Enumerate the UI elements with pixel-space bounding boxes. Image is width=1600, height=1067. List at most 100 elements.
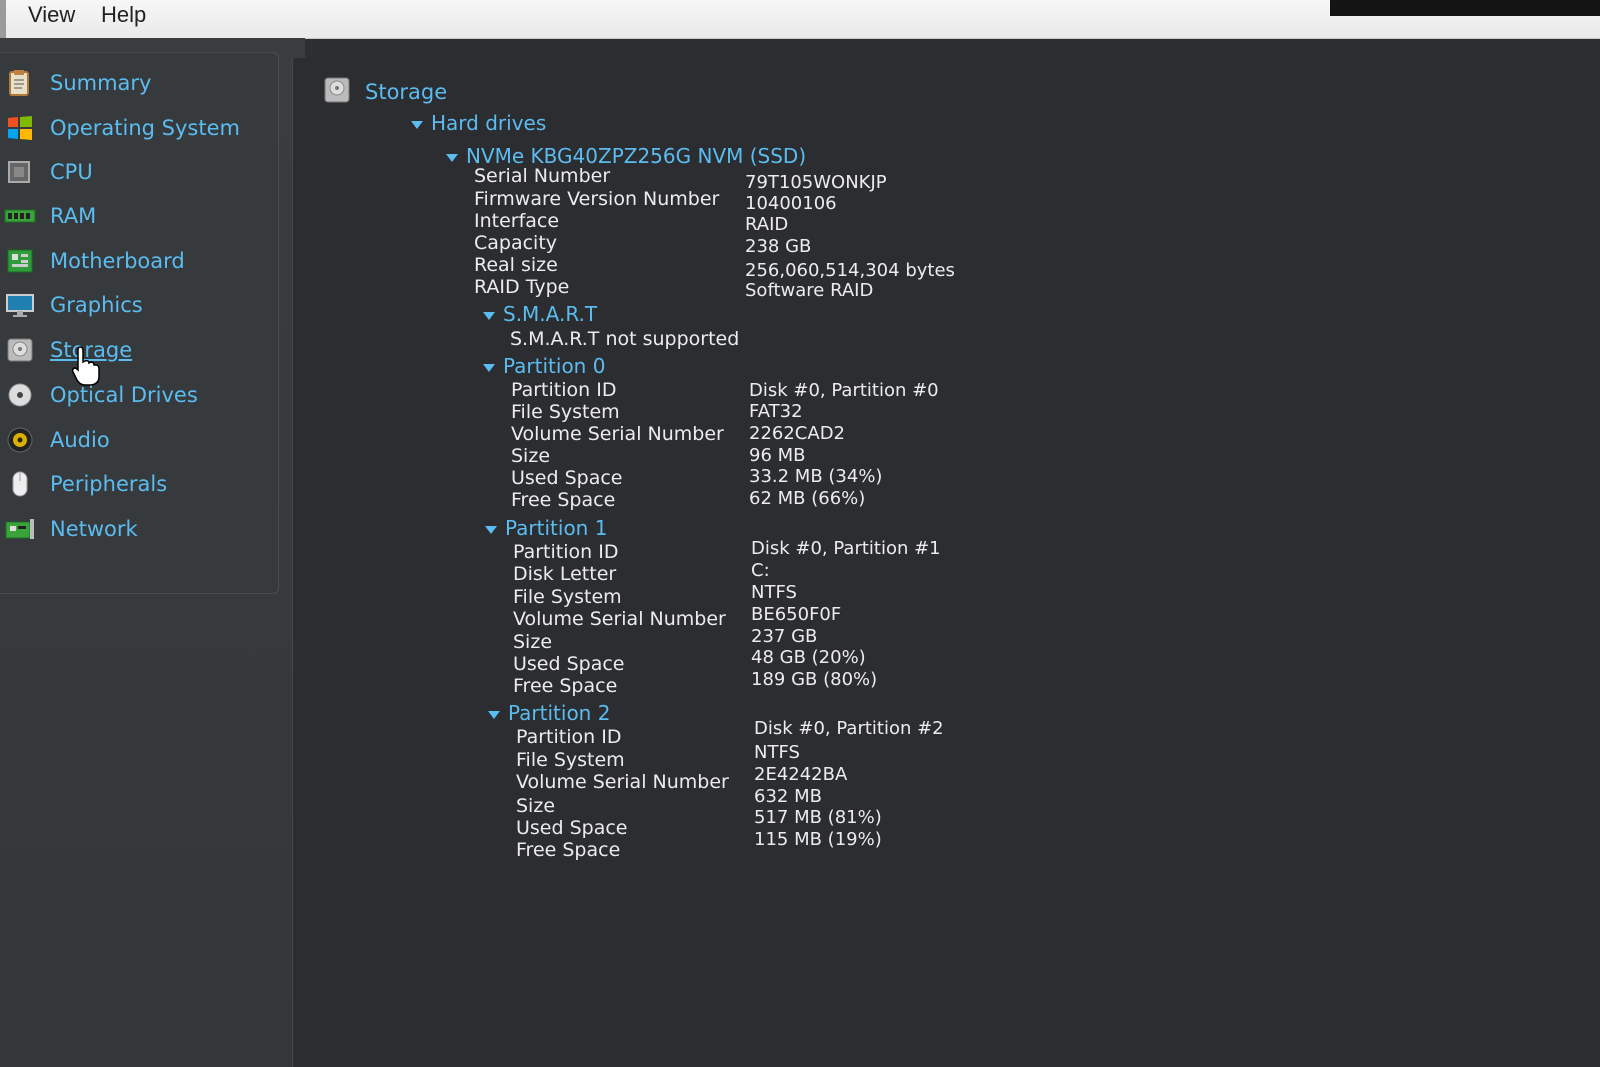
sidebar-item-label: RAM <box>50 204 97 228</box>
sidebar-item-label: Summary <box>50 71 152 95</box>
sidebar-item-cpu[interactable]: CPU <box>4 155 93 189</box>
prop-label: Free Space <box>511 489 616 511</box>
mouse-pointer-hand-icon <box>70 345 104 391</box>
prop-label: Volume Serial Number <box>513 608 726 630</box>
prop-value: 2E4242BA <box>754 764 848 785</box>
hard-drive-icon <box>4 336 36 364</box>
prop-label: Size <box>511 445 551 467</box>
chevron-down-icon[interactable] <box>483 311 495 320</box>
ram-module-icon <box>4 202 36 230</box>
prop-label: File System <box>513 586 622 608</box>
cpu-chip-icon <box>4 158 36 186</box>
prop-label: Free Space <box>516 839 621 861</box>
prop-label: Serial Number <box>474 165 611 187</box>
menu-bar: View Help <box>0 0 1600 39</box>
prop-value: 79T105WONKJP <box>745 172 887 193</box>
prop-value: 238 GB <box>745 236 812 257</box>
prop-value: 517 MB (81%) <box>754 807 882 828</box>
prop-label: RAID Type <box>474 276 570 298</box>
sidebar-item-label: Graphics <box>50 293 143 317</box>
page-title: Storage <box>365 80 448 104</box>
prop-value: 189 GB (80%) <box>751 669 878 690</box>
sidebar-item-audio[interactable]: Audio <box>4 423 110 457</box>
clipboard-icon <box>4 69 36 97</box>
storage-tree: Storage Hard drives NVMe KBG40ZPZ256G NV… <box>293 58 1600 1067</box>
menu-help[interactable]: Help <box>101 2 146 28</box>
prop-value: FAT32 <box>749 401 803 422</box>
window-edge <box>0 0 6 38</box>
prop-label: Interface <box>474 210 560 232</box>
prop-label: Used Space <box>513 653 625 675</box>
tree-node-smart[interactable]: S.M.A.R.T <box>483 302 597 326</box>
prop-value: Disk #0, Partition #1 <box>751 538 941 559</box>
sidebar-item-operating-system[interactable]: Operating System <box>4 111 240 145</box>
monitor-icon <box>4 291 36 319</box>
sidebar-item-peripherals[interactable]: Peripherals <box>4 467 167 501</box>
prop-value: 237 GB <box>751 626 818 647</box>
prop-value: C: <box>751 560 770 581</box>
tree-node-partition-1[interactable]: Partition 1 <box>485 516 607 540</box>
optical-disc-icon <box>4 381 36 409</box>
mouse-icon <box>4 470 36 498</box>
prop-value: Disk #0, Partition #0 <box>749 380 939 401</box>
tree-node-partition-2[interactable]: Partition 2 <box>488 701 610 725</box>
sidebar-item-label: Motherboard <box>50 249 185 273</box>
network-card-icon <box>4 515 36 543</box>
prop-label: Capacity <box>474 232 558 254</box>
prop-label: Volume Serial Number <box>511 423 724 445</box>
chevron-down-icon[interactable] <box>411 120 423 129</box>
prop-value: 256,060,514,304 bytes <box>745 260 955 281</box>
prop-value: 2262CAD2 <box>749 423 846 444</box>
prop-label: File System <box>516 749 625 771</box>
prop-value: RAID <box>745 214 789 235</box>
motherboard-icon <box>4 247 36 275</box>
prop-value: 48 GB (20%) <box>751 647 866 668</box>
menu-view[interactable]: View <box>28 2 75 28</box>
prop-value: 10400106 <box>745 193 837 214</box>
prop-value: 115 MB (19%) <box>754 829 882 850</box>
sidebar-item-network[interactable]: Network <box>4 512 138 546</box>
chevron-down-icon[interactable] <box>488 710 500 719</box>
prop-value: 33.2 MB (34%) <box>749 466 883 487</box>
prop-label: Real size <box>474 254 558 276</box>
sidebar-item-motherboard[interactable]: Motherboard <box>4 244 185 278</box>
prop-value: 62 MB (66%) <box>749 488 866 509</box>
chevron-down-icon[interactable] <box>485 525 497 534</box>
main-panel: Storage Hard drives NVMe KBG40ZPZ256G NV… <box>292 58 1600 1067</box>
sidebar-item-label: Operating System <box>50 116 240 140</box>
title-bar-edge <box>1330 0 1600 16</box>
prop-label: Used Space <box>516 817 628 839</box>
prop-label: Partition ID <box>511 379 617 401</box>
prop-value: NTFS <box>754 742 800 763</box>
sidebar-item-graphics[interactable]: Graphics <box>4 288 143 322</box>
windows-logo-icon <box>4 114 36 142</box>
prop-label: Disk Letter <box>513 563 617 585</box>
prop-label: Used Space <box>511 467 623 489</box>
sidebar-item-summary[interactable]: Summary <box>4 66 151 100</box>
prop-value: Software RAID <box>745 280 874 301</box>
sidebar-item-label: Network <box>50 517 138 541</box>
prop-value: 632 MB <box>754 786 822 807</box>
prop-label: Size <box>513 631 553 653</box>
prop-label: Size <box>516 795 556 817</box>
hard-drive-icon <box>323 76 351 104</box>
prop-label: Free Space <box>513 675 618 697</box>
prop-value: 96 MB <box>749 445 806 466</box>
prop-value: Disk #0, Partition #2 <box>754 718 944 739</box>
prop-label: File System <box>511 401 620 423</box>
prop-value: BE650F0F <box>751 604 842 625</box>
smart-status-text: S.M.A.R.T not supported <box>510 328 740 350</box>
tree-node-hard-drives[interactable]: Hard drives <box>411 111 546 135</box>
tree-node-partition-0[interactable]: Partition 0 <box>483 354 605 378</box>
prop-label: Firmware Version Number <box>474 188 720 210</box>
chevron-down-icon[interactable] <box>483 363 495 372</box>
prop-label: Volume Serial Number <box>516 771 729 793</box>
prop-value: NTFS <box>751 582 797 603</box>
prop-label: Partition ID <box>513 541 619 563</box>
chevron-down-icon[interactable] <box>446 153 458 162</box>
sidebar-item-storage[interactable]: Storage <box>4 333 132 367</box>
sidebar-item-ram[interactable]: RAM <box>4 199 96 233</box>
sidebar-item-label: Audio <box>50 428 110 452</box>
sidebar-item-label: CPU <box>50 160 93 184</box>
sidebar-item-label: Peripherals <box>50 472 168 496</box>
